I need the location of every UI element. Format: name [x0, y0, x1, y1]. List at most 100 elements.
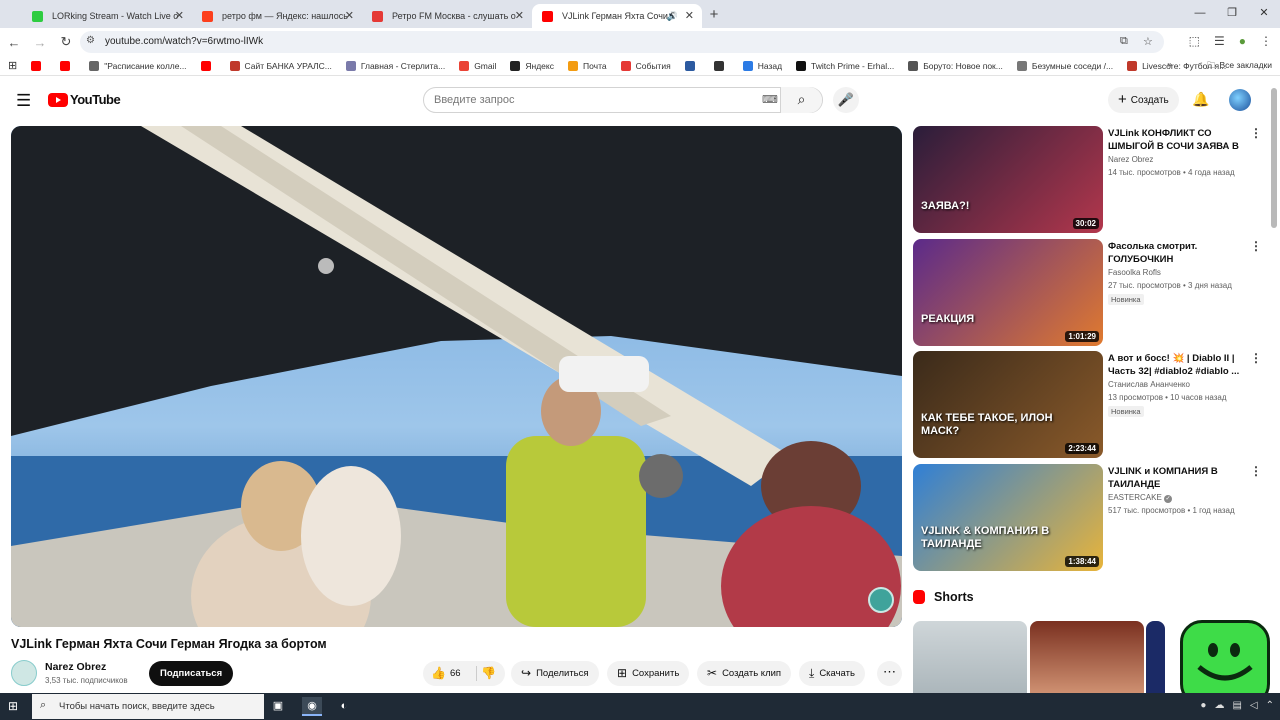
bookmark-item[interactable]: "Расписание колле... — [89, 60, 187, 71]
recommended-video[interactable]: РЕАКЦИЯ 1:01:29 Фасолька смотрит. ГОЛУБОЧК… — [913, 239, 1263, 347]
search-button[interactable]: ⌕ — [780, 87, 822, 113]
tray-cloud-icon[interactable]: ☁ — [1214, 700, 1224, 711]
subscribe-button[interactable]: Подписаться — [149, 661, 234, 686]
extensions-icon[interactable]: ⬚ — [1189, 34, 1200, 48]
short-thumbnail[interactable] — [913, 621, 1027, 701]
recommended-video[interactable]: ЗАЯВА?! 30:02 VJLink КОНФЛИКТ СО ШМЫГОЙ В … — [913, 126, 1263, 234]
dislike-icon[interactable]: 👎 — [481, 661, 496, 686]
browser-tab[interactable]: ретро фм — Яндекс: нашлось ✕ — [192, 4, 362, 28]
bookmark-item[interactable] — [684, 60, 700, 71]
tab-audio-icon[interactable]: 🔊 — [667, 4, 678, 28]
bookmark-item[interactable]: Почта — [567, 60, 607, 71]
cast-icon[interactable]: ⧉ — [1120, 35, 1128, 48]
taskbar-search[interactable]: ⌕ Чтобы начать поиск, введите здесь — [32, 694, 264, 719]
forward-button[interactable]: → — [28, 35, 52, 50]
recommended-title[interactable]: VJLink КОНФЛИКТ СО ШМЫГОЙ В СОЧИ ЗАЯВА В… — [1108, 127, 1244, 153]
video-menu-icon[interactable]: ⋮ — [1250, 239, 1262, 253]
windows-start-icon[interactable]: ⊞ — [8, 699, 18, 713]
download-button[interactable]: ⤓ Скачать — [799, 661, 865, 686]
reload-button[interactable]: ↻ — [54, 34, 78, 50]
video-thumbnail[interactable]: VJLINK & КОМПАНИЯ В ТАИЛАНДЕ 1:38:44 — [913, 464, 1103, 571]
channel-name[interactable]: Narez Obrez — [45, 661, 106, 673]
like-icon[interactable]: 👍 — [431, 661, 446, 686]
close-window-button[interactable]: ✕ — [1248, 0, 1280, 28]
profile-icon[interactable]: ● — [1239, 34, 1246, 48]
bookmark-item[interactable]: Яндекс — [510, 60, 554, 71]
account-avatar[interactable] — [1229, 89, 1251, 111]
minimize-button[interactable]: — — [1184, 0, 1216, 28]
recommended-title[interactable]: Фасолька смотрит. ГОЛУБОЧКИН УНИЧТОЖАЕТ.… — [1108, 240, 1244, 266]
more-actions-button[interactable]: ⋯ — [877, 661, 902, 686]
bookmarks-overflow-icon[interactable]: » — [1167, 59, 1172, 69]
video-menu-icon[interactable]: ⋮ — [1250, 464, 1262, 478]
tab-close-icon[interactable]: ✕ — [345, 4, 354, 28]
tray-expand-icon[interactable]: ⌃ — [1266, 700, 1274, 711]
all-bookmarks-button[interactable]: 🗀 Все закладки — [1207, 60, 1272, 74]
keyboard-icon[interactable]: ⌨ — [762, 93, 778, 106]
bookmark-item[interactable]: Сайт БАНКА УРАЛС... — [229, 60, 332, 71]
site-info-icon[interactable]: ⚙ — [86, 35, 95, 46]
short-thumbnail[interactable] — [1146, 621, 1165, 701]
browser-menu-icon[interactable]: ⋮ — [1260, 34, 1272, 48]
browser-tab[interactable]: Ретро FM Москва - слушать о ✕ — [362, 4, 532, 28]
bookmark-item[interactable] — [713, 60, 729, 71]
bookmark-item[interactable]: Назад — [742, 60, 782, 71]
bookmark-item[interactable]: Безумные соседи /... — [1016, 60, 1113, 71]
tray-volume-icon[interactable]: ◁ — [1250, 700, 1258, 711]
video-menu-icon[interactable]: ⋮ — [1250, 126, 1262, 140]
url-field[interactable]: ⚙ youtube.com/watch?v=6rwtmo-lIWk ⧉ ☆ — [80, 31, 1164, 53]
url-text: youtube.com/watch?v=6rwtmo-lIWk — [105, 36, 264, 47]
channel-avatar[interactable] — [11, 660, 37, 686]
recommended-title[interactable]: А вот и босс! 💥 | Diablo II | Часть 32| … — [1108, 352, 1244, 378]
bookmark-item[interactable] — [200, 60, 216, 71]
channel-watermark[interactable] — [868, 587, 894, 613]
tray-network-icon[interactable]: ▤ — [1232, 700, 1241, 711]
tray-app-icon[interactable]: ● — [1200, 700, 1206, 711]
recommended-video[interactable]: КАК ТЕБЕ ТАКОЕ, ИЛОН МАСК? 2:23:44 А вот и… — [913, 351, 1263, 459]
video-thumbnail[interactable]: ЗАЯВА?! 30:02 — [913, 126, 1103, 233]
browser-tab[interactable]: VJLink Герман Яхта Сочи Г 🔊 ✕ — [532, 4, 702, 28]
tab-close-icon[interactable]: ✕ — [515, 4, 524, 28]
task-view-icon[interactable]: ▣ — [268, 697, 288, 716]
recommended-channel[interactable]: Станислав Ананченко — [1108, 380, 1190, 389]
channel-label: Narez Obrez — [1108, 155, 1154, 164]
new-tab-button[interactable]: + — [702, 4, 726, 28]
bookmark-item[interactable]: Главная - Стерлита... — [345, 60, 445, 71]
create-button[interactable]: + Создать — [1108, 87, 1179, 113]
save-button[interactable]: ⊞ Сохранить — [607, 661, 690, 686]
notifications-bell-icon[interactable]: 🔔 — [1192, 91, 1209, 108]
media-icon[interactable]: ☰ — [1214, 34, 1225, 48]
back-button[interactable]: ← — [2, 35, 26, 50]
chrome-taskbar-icon[interactable]: ◉ — [302, 697, 322, 716]
video-thumbnail[interactable]: РЕАКЦИЯ 1:01:29 — [913, 239, 1103, 346]
bookmark-item[interactable] — [60, 60, 75, 71]
recommended-channel[interactable]: EASTERCAKE ✓ — [1108, 493, 1173, 503]
tab-close-icon[interactable]: ✕ — [175, 4, 184, 28]
share-button[interactable]: ↪ Поделиться — [511, 661, 599, 686]
search-input[interactable]: Введите запрос — [434, 94, 514, 106]
bookmark-star-icon[interactable]: ☆ — [1143, 35, 1153, 48]
youtube-logo[interactable]: YouTube — [48, 92, 121, 107]
recommended-video[interactable]: VJLINK & КОМПАНИЯ В ТАИЛАНДЕ 1:38:44 VJLIN… — [913, 464, 1263, 572]
video-thumbnail[interactable]: КАК ТЕБЕ ТАКОЕ, ИЛОН МАСК? 2:23:44 — [913, 351, 1103, 458]
bookmark-item[interactable]: Боруто: Новое пок... — [908, 60, 1003, 71]
recommended-title[interactable]: VJLINK и КОМПАНИЯ В ТАИЛАНДЕ — [1108, 465, 1244, 491]
bookmark-item[interactable]: Twitch Prime - Erhal... — [796, 60, 894, 71]
short-thumbnail[interactable] — [1030, 621, 1144, 701]
bookmark-item[interactable] — [31, 60, 46, 71]
menu-icon[interactable]: ☰ — [16, 91, 31, 111]
clip-button[interactable]: ✂ Создать клип — [697, 661, 792, 686]
restore-button[interactable]: ❐ — [1216, 0, 1248, 28]
apps-icon[interactable]: ⊞ — [8, 59, 17, 72]
browser-tab[interactable]: LORking Stream - Watch Live o ✕ — [22, 4, 192, 28]
bookmark-item[interactable]: Gmail — [459, 60, 496, 71]
page-scrollbar[interactable] — [1271, 88, 1277, 228]
app-taskbar-icon[interactable]: ◐ — [334, 697, 354, 716]
tab-close-icon[interactable]: ✕ — [685, 4, 694, 28]
video-player[interactable] — [11, 126, 902, 627]
voice-search-button[interactable]: 🎤 — [833, 87, 859, 113]
bookmark-item[interactable]: События — [620, 60, 671, 71]
recommended-channel[interactable]: Fasoolka Rofls — [1108, 268, 1161, 277]
video-menu-icon[interactable]: ⋮ — [1250, 351, 1262, 365]
recommended-channel[interactable]: Narez Obrez — [1108, 155, 1153, 164]
